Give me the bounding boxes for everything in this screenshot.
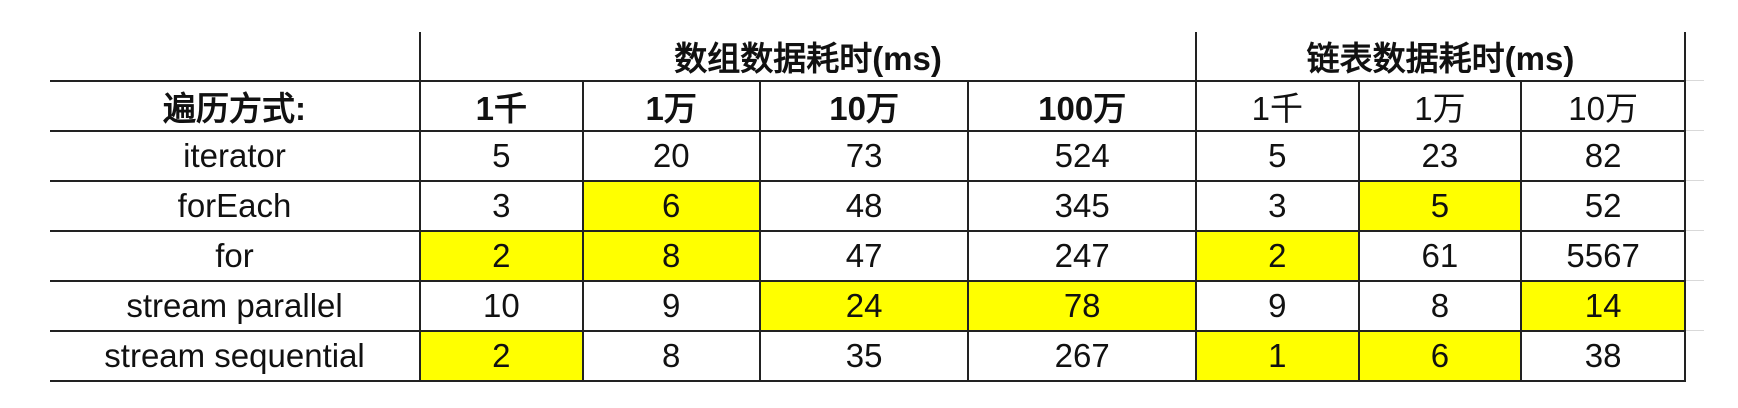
table-cell: 20 [581,131,760,182]
table-cell: 3 [419,181,583,232]
table-cell: 10 [419,281,583,332]
table-cell: 247 [967,231,1198,282]
table-cell-highlighted: 14 [1520,281,1686,332]
linked-col-header-10k: 1万 [1357,81,1522,132]
linked-group-header: 链表数据耗时(ms) [1195,32,1686,82]
results-table-container: 数组数据耗时(ms) 链表数据耗时(ms) 遍历方式: 1千 1万 10万 10… [50,32,1686,382]
table-cell: 23 [1357,131,1522,182]
sheet-gridline [1686,130,1704,131]
sheet-gridline [1686,180,1704,181]
table-cell: 5 [419,131,583,182]
table-cell: 73 [758,131,969,182]
table-cell-highlighted: 6 [581,181,760,232]
table-cell: 8 [1357,281,1522,332]
table-cell: 38 [1520,331,1686,382]
array-col-header-100k: 10万 [758,81,969,132]
table-cell-highlighted: 24 [758,281,969,332]
row-label: stream sequential [50,331,421,382]
table-cell: 47 [758,231,969,282]
table-cell: 48 [758,181,969,232]
table-cell: 61 [1357,231,1522,282]
table-cell-highlighted: 8 [581,231,760,282]
table-cell-highlighted: 5 [1357,181,1522,232]
table-cell: 524 [967,131,1198,182]
table-cell: 3 [1195,181,1359,232]
table-cell-highlighted: 78 [967,281,1198,332]
table-cell: 8 [581,331,760,382]
row-label: iterator [50,131,421,182]
column-header-row: 遍历方式: 1千 1万 10万 100万 1千 1万 10万 [50,81,1686,132]
array-group-header: 数组数据耗时(ms) [419,32,1198,82]
table-cell-highlighted: 2 [1195,231,1359,282]
table-cell: 9 [581,281,760,332]
array-col-header-1k: 1千 [419,81,583,132]
group-header-row: 数组数据耗时(ms) 链表数据耗时(ms) [50,32,1686,82]
table-cell: 5567 [1520,231,1686,282]
array-col-header-10k: 1万 [581,81,760,132]
sheet-gridline [1686,330,1704,331]
table-row: forEach 3 6 48 345 3 5 52 [50,181,1686,232]
table-cell: 9 [1195,281,1359,332]
row-label-header: 遍历方式: [50,81,421,132]
traversal-timing-table: 数组数据耗时(ms) 链表数据耗时(ms) 遍历方式: 1千 1万 10万 10… [50,32,1686,382]
table-cell: 35 [758,331,969,382]
corner-cell [50,32,421,82]
array-col-header-1m: 100万 [967,81,1198,132]
table-cell: 52 [1520,181,1686,232]
row-label: stream parallel [50,281,421,332]
table-cell: 82 [1520,131,1686,182]
linked-col-header-100k: 10万 [1520,81,1686,132]
table-cell: 345 [967,181,1198,232]
table-cell-highlighted: 2 [419,331,583,382]
table-cell-highlighted: 6 [1357,331,1522,382]
table-cell-highlighted: 2 [419,231,583,282]
table-row: stream parallel 10 9 24 78 9 8 14 [50,281,1686,332]
table-row: for 2 8 47 247 2 61 5567 [50,231,1686,282]
table-cell: 5 [1195,131,1359,182]
table-row: stream sequential 2 8 35 267 1 6 38 [50,331,1686,382]
table-row: iterator 5 20 73 524 5 23 82 [50,131,1686,182]
sheet-gridline [1686,80,1704,81]
table-cell-highlighted: 1 [1195,331,1359,382]
row-label: for [50,231,421,282]
table-cell: 267 [967,331,1198,382]
row-label: forEach [50,181,421,232]
sheet-gridline [1686,230,1704,231]
sheet-gridline [1686,280,1704,281]
linked-col-header-1k: 1千 [1195,81,1359,132]
